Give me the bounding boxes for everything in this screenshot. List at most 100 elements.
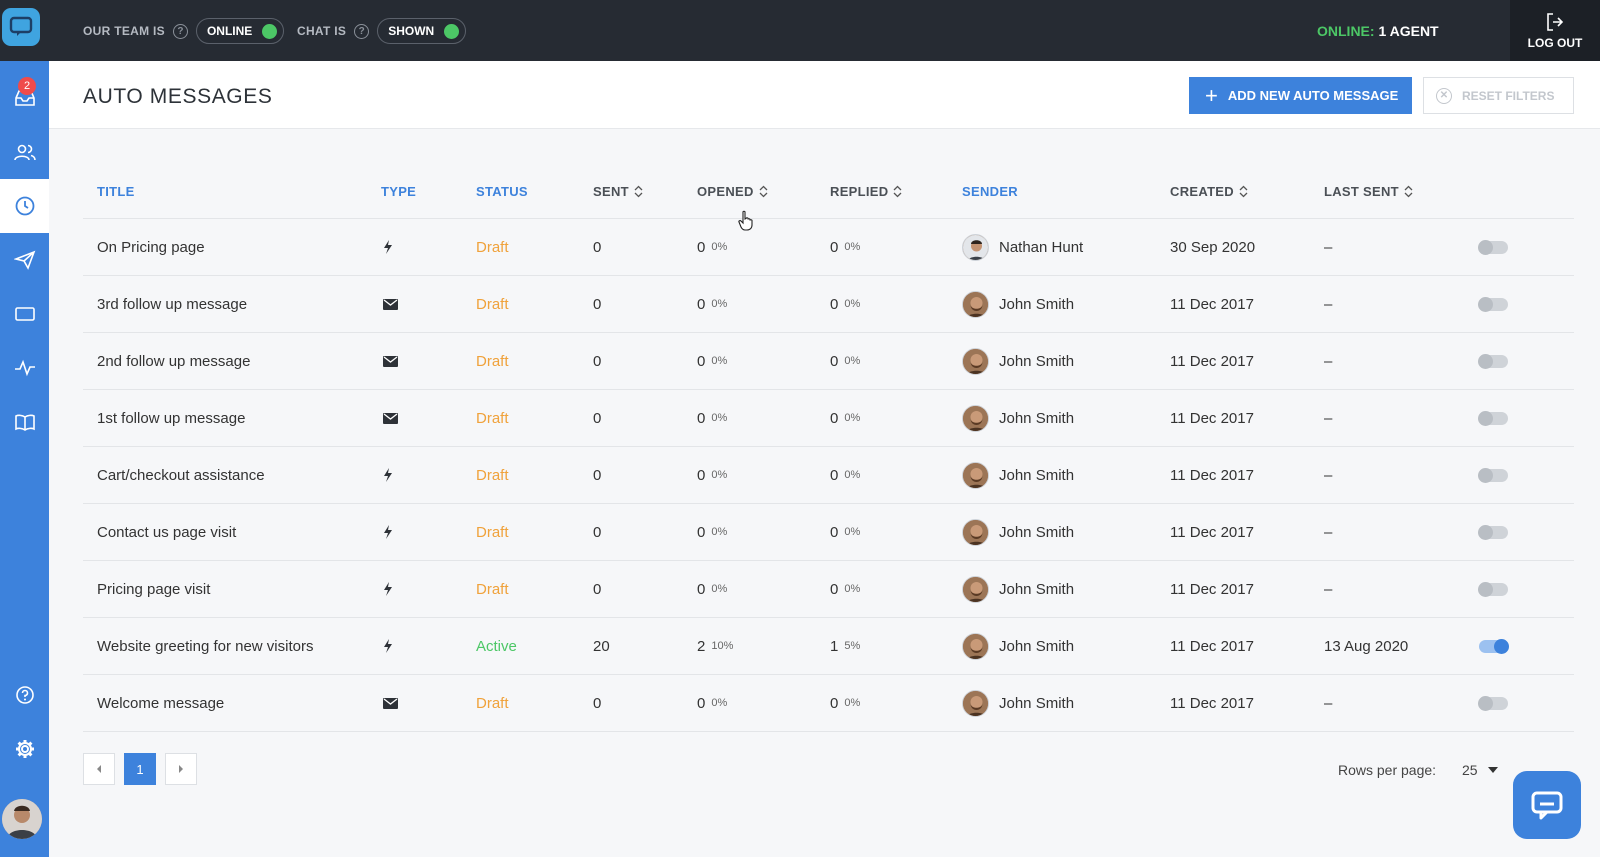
app-logo[interactable] xyxy=(2,8,40,46)
add-auto-message-button[interactable]: + ADD NEW AUTO MESSAGE xyxy=(1189,77,1412,114)
table-row[interactable]: 2nd follow up message Draft 0 0 0% 0 0% John Sm… xyxy=(83,333,1574,390)
top-bar: OUR TEAM IS ? ONLINE CHAT IS ? SHOWN ONL… xyxy=(0,0,1600,61)
opened-cell: 0 0% xyxy=(697,390,727,446)
column-replied[interactable]: REPLIED xyxy=(830,184,902,199)
column-opened[interactable]: OPENED xyxy=(697,184,768,199)
sidebar-item-campaigns[interactable] xyxy=(0,233,49,287)
message-title[interactable]: 1st follow up message xyxy=(97,390,245,446)
message-title[interactable]: Welcome message xyxy=(97,675,224,731)
replied-cell: 0 0% xyxy=(830,276,860,332)
toggle-switch[interactable] xyxy=(1478,581,1508,597)
caret-down-icon xyxy=(1487,767,1498,773)
next-page-button[interactable] xyxy=(165,753,197,785)
toggle-switch[interactable] xyxy=(1478,695,1508,711)
sidebar-item-inbox[interactable]: 2 xyxy=(0,71,49,125)
logout-button[interactable]: LOG OUT xyxy=(1510,0,1600,61)
sidebar-item-widget[interactable] xyxy=(0,287,49,341)
column-sender[interactable]: SENDER xyxy=(962,184,1018,199)
replied-cell: 0 0% xyxy=(830,333,860,389)
chat-status-value: SHOWN xyxy=(388,24,435,38)
replied-count: 0 xyxy=(830,466,839,484)
column-replied-label: REPLIED xyxy=(830,184,889,199)
user-avatar[interactable] xyxy=(2,799,42,839)
toggle-knob xyxy=(1478,353,1493,369)
created-date: 11 Dec 2017 xyxy=(1170,694,1254,712)
page-number-button[interactable]: 1 xyxy=(124,753,156,785)
envelope-icon xyxy=(383,390,398,446)
sidebar-item-auto-messages[interactable] xyxy=(0,179,49,233)
table-row[interactable]: Welcome message Draft 0 0 0% 0 0% John Smith 11 … xyxy=(83,675,1574,732)
users-icon xyxy=(13,144,36,161)
enable-toggle[interactable] xyxy=(1478,675,1508,731)
column-status[interactable]: STATUS xyxy=(476,184,528,199)
status-text: Draft xyxy=(476,409,509,427)
column-created[interactable]: CREATED xyxy=(1170,184,1248,199)
opened-cell: 0 0% xyxy=(697,333,727,389)
enable-toggle[interactable] xyxy=(1478,276,1508,332)
replied-count: 0 xyxy=(830,580,839,598)
column-sent[interactable]: SENT xyxy=(593,184,643,199)
toggle-switch[interactable] xyxy=(1478,296,1508,312)
table-row[interactable]: Pricing page visit Draft 0 0 0% 0 0% John Smith… xyxy=(83,561,1574,618)
enable-toggle[interactable] xyxy=(1478,504,1508,560)
enable-toggle[interactable] xyxy=(1478,561,1508,617)
message-title[interactable]: On Pricing page xyxy=(97,219,205,275)
enable-toggle[interactable] xyxy=(1478,333,1508,389)
table-row[interactable]: 1st follow up message Draft 0 0 0% 0 0% John Sm… xyxy=(83,390,1574,447)
sidebar-item-contacts[interactable] xyxy=(0,125,49,179)
toggle-switch[interactable] xyxy=(1478,410,1508,426)
sender-name: John Smith xyxy=(999,523,1075,541)
chat-icon xyxy=(1531,791,1563,820)
sort-icon xyxy=(634,185,643,198)
chat-status-toggle[interactable]: SHOWN xyxy=(377,18,467,44)
enable-toggle[interactable] xyxy=(1479,618,1509,674)
sender-cell: John Smith xyxy=(962,447,1074,503)
rows-per-page-select[interactable]: 25 xyxy=(1462,762,1498,778)
sent-count: 20 xyxy=(593,637,610,655)
sidebar-item-activity[interactable] xyxy=(0,341,49,395)
message-title[interactable]: Contact us page visit xyxy=(97,504,236,560)
table-row[interactable]: Website greeting for new visitors Active 2… xyxy=(83,618,1574,675)
replied-percent: 0% xyxy=(844,241,861,253)
toggle-switch[interactable] xyxy=(1478,239,1508,255)
envelope-icon xyxy=(383,333,398,389)
column-created-label: CREATED xyxy=(1170,184,1234,199)
toggle-switch[interactable] xyxy=(1478,467,1508,483)
sidebar-item-help[interactable] xyxy=(0,668,49,722)
message-title[interactable]: Pricing page visit xyxy=(97,561,210,617)
chat-launcher-button[interactable] xyxy=(1513,771,1581,839)
toggle-knob xyxy=(1494,638,1509,654)
sent-count: 0 xyxy=(593,694,602,712)
toggle-switch[interactable] xyxy=(1478,353,1508,369)
help-icon[interactable]: ? xyxy=(354,23,370,39)
column-last-sent[interactable]: LAST SENT xyxy=(1324,184,1413,199)
column-type[interactable]: TYPE xyxy=(381,184,416,199)
enable-toggle[interactable] xyxy=(1478,219,1508,275)
message-title[interactable]: 2nd follow up message xyxy=(97,333,250,389)
reset-filters-button[interactable]: ✕ RESET FILTERS xyxy=(1423,77,1574,114)
message-title[interactable]: 3rd follow up message xyxy=(97,276,247,332)
team-status-toggle[interactable]: ONLINE xyxy=(195,18,285,44)
table-row[interactable]: Cart/checkout assistance Draft 0 0 0% 0 0% John… xyxy=(83,447,1574,504)
column-title-label: TITLE xyxy=(97,184,135,199)
toggle-switch[interactable] xyxy=(1479,638,1509,654)
toggle-switch[interactable] xyxy=(1478,524,1508,540)
rows-per-page-label: Rows per page: xyxy=(1338,762,1437,778)
message-title[interactable]: Website greeting for new visitors xyxy=(97,618,313,674)
table-row[interactable]: On Pricing page Draft 0 0 0% 0 0% Nathan Hunt 30… xyxy=(83,219,1574,276)
caret-left-icon xyxy=(97,765,101,773)
opened-count: 0 xyxy=(697,295,706,313)
table-row[interactable]: 3rd follow up message Draft 0 0 0% 0 0% John Sm… xyxy=(83,276,1574,333)
sender-name: John Smith xyxy=(999,580,1075,598)
column-title[interactable]: TITLE xyxy=(97,184,135,199)
help-icon[interactable]: ? xyxy=(172,23,188,39)
enable-toggle[interactable] xyxy=(1478,390,1508,446)
table-row[interactable]: Contact us page visit Draft 0 0 0% 0 0% John Sm… xyxy=(83,504,1574,561)
lightning-icon xyxy=(383,504,393,560)
sidebar-item-settings[interactable] xyxy=(0,722,49,776)
prev-page-button[interactable] xyxy=(83,753,115,785)
message-title[interactable]: Cart/checkout assistance xyxy=(97,447,265,503)
last-sent-date: – xyxy=(1324,238,1333,256)
enable-toggle[interactable] xyxy=(1478,447,1508,503)
sidebar-item-knowledge-base[interactable] xyxy=(0,395,49,449)
